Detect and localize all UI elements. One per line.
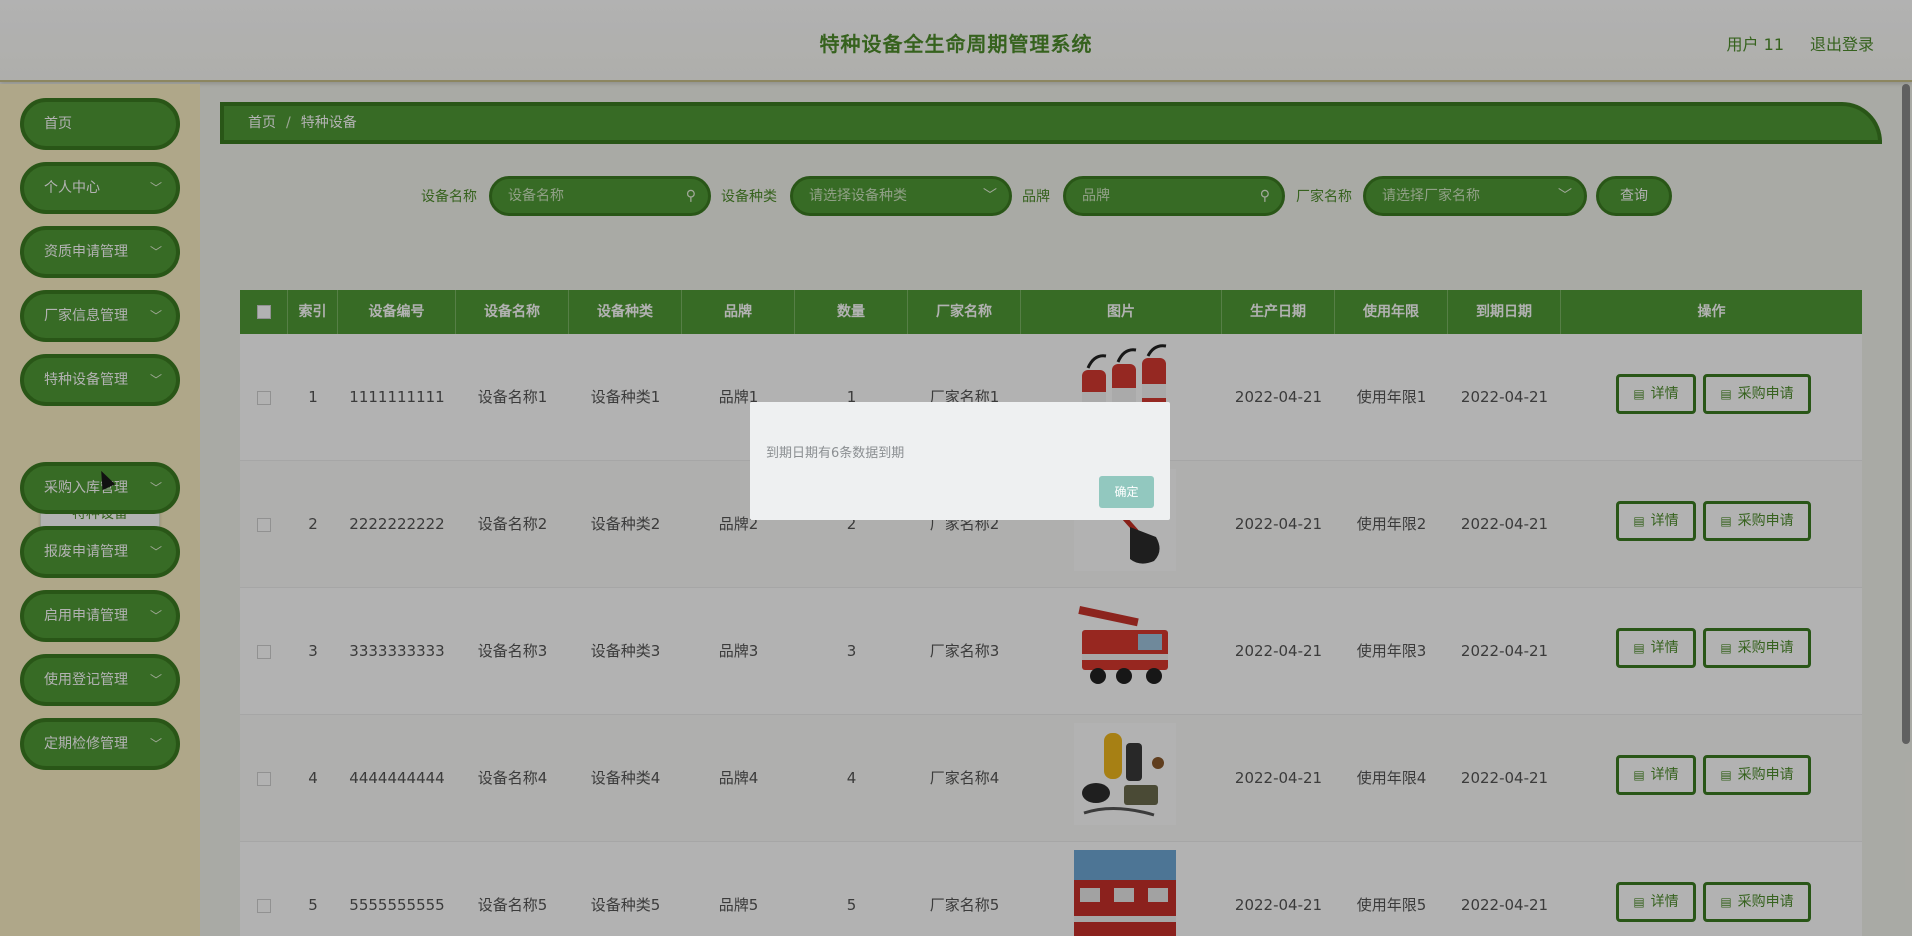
dialog-ok-button[interactable]: 确定 [1099,476,1154,508]
expiry-alert-dialog: 到期日期有6条数据到期 确定 [750,402,1170,520]
dialog-message: 到期日期有6条数据到期 [766,446,905,461]
